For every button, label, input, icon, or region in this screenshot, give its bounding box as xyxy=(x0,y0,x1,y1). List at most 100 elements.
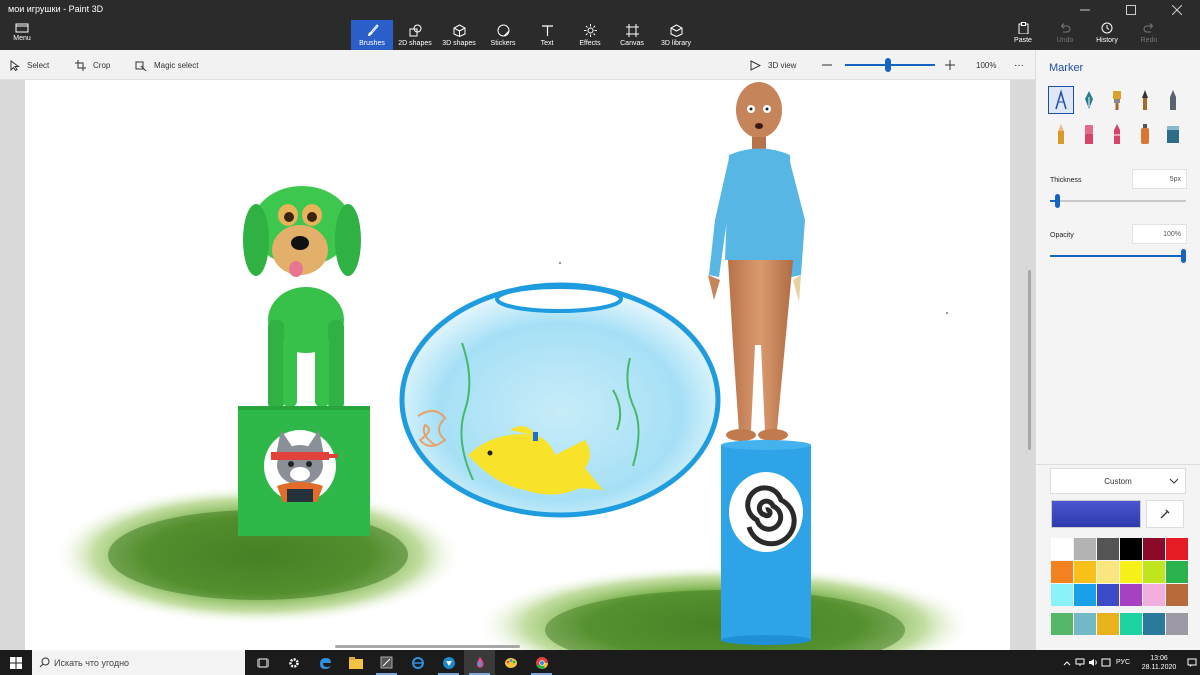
close-button[interactable] xyxy=(1154,0,1200,20)
thickness-thumb[interactable] xyxy=(1054,194,1060,208)
more-options-button[interactable]: ··· xyxy=(1014,50,1024,80)
task-view-button[interactable] xyxy=(247,650,278,675)
eyedropper-button[interactable] xyxy=(1146,500,1184,528)
custom-color-swatch[interactable] xyxy=(1074,613,1096,635)
color-swatch[interactable] xyxy=(1143,584,1165,606)
tab-label: Text xyxy=(540,40,554,47)
brush-marker[interactable] xyxy=(1048,86,1074,114)
redo-button[interactable]: Redo xyxy=(1128,22,1170,48)
custom-color-swatch[interactable] xyxy=(1097,613,1119,635)
show-hidden-icons-button[interactable] xyxy=(1060,660,1073,666)
ime-button[interactable] xyxy=(1099,658,1112,667)
custom-color-swatch[interactable] xyxy=(1166,613,1188,635)
3d-view-button[interactable]: 3D view xyxy=(750,50,796,80)
internet-explorer-app[interactable] xyxy=(402,650,433,675)
brush-calligraphy-pen[interactable] xyxy=(1076,86,1102,114)
maximize-button[interactable] xyxy=(1108,0,1154,20)
drawing-canvas[interactable] xyxy=(25,80,1010,650)
current-color-swatch[interactable] xyxy=(1051,500,1141,528)
paint-3d-app[interactable] xyxy=(464,650,495,675)
brush-fill[interactable] xyxy=(1160,120,1186,148)
network-button[interactable] xyxy=(1073,658,1086,667)
color-swatch[interactable] xyxy=(1051,584,1073,606)
system-tray: РУС 13:06 28.11.2020 xyxy=(1060,650,1200,675)
taskbar-search[interactable]: Искать что угодно xyxy=(32,650,245,675)
brush-pencil[interactable] xyxy=(1048,120,1074,148)
language-indicator[interactable]: РУС xyxy=(1112,659,1134,666)
edge-icon xyxy=(319,657,331,669)
color-swatch[interactable] xyxy=(1120,538,1142,560)
color-swatch[interactable] xyxy=(1074,561,1096,583)
brush-eraser[interactable] xyxy=(1076,120,1102,148)
brush-watercolor[interactable] xyxy=(1132,86,1158,114)
color-swatch[interactable] xyxy=(1051,538,1073,560)
file-explorer-app[interactable] xyxy=(340,650,371,675)
color-swatch[interactable] xyxy=(1166,584,1188,606)
crop-button[interactable]: Crop xyxy=(75,50,110,80)
color-swatch[interactable] xyxy=(1143,538,1165,560)
opacity-thumb[interactable] xyxy=(1181,249,1186,263)
folder-icon xyxy=(15,23,29,33)
color-swatch[interactable] xyxy=(1074,538,1096,560)
tab-canvas[interactable]: Canvas xyxy=(611,20,653,50)
minimize-button[interactable] xyxy=(1062,0,1108,20)
custom-color-swatch[interactable] xyxy=(1120,613,1142,635)
edge-app[interactable] xyxy=(309,650,340,675)
tab-text[interactable]: Text xyxy=(525,20,569,50)
thickness-input[interactable]: 5px xyxy=(1132,169,1187,189)
volume-button[interactable] xyxy=(1086,658,1099,667)
clock[interactable]: 13:06 28.11.2020 xyxy=(1134,654,1184,672)
file-explorer-icon xyxy=(348,656,363,669)
custom-color-swatch[interactable] xyxy=(1051,613,1073,635)
horizontal-scrollbar[interactable] xyxy=(335,645,520,648)
color-mode-dropdown[interactable]: Custom xyxy=(1050,468,1186,494)
tab-brushes[interactable]: Brushes xyxy=(351,20,393,50)
opacity-input[interactable]: 100% xyxy=(1132,224,1187,244)
tab-label: 2D shapes xyxy=(398,40,432,47)
brush-crayon[interactable] xyxy=(1104,120,1130,148)
zoom-out-button[interactable] xyxy=(822,50,832,80)
magic-select-button[interactable]: Magic select xyxy=(135,50,198,80)
undo-button[interactable]: Undo xyxy=(1044,22,1086,48)
color-swatch[interactable] xyxy=(1097,584,1119,606)
brush-oil[interactable] xyxy=(1104,86,1130,114)
tab-3d-library[interactable]: 3D library xyxy=(653,20,699,50)
settings-app[interactable] xyxy=(278,650,309,675)
zoom-value[interactable]: 100% xyxy=(976,50,996,80)
brush-spray-can[interactable] xyxy=(1132,120,1158,148)
color-swatch[interactable] xyxy=(1166,561,1188,583)
tab-3d-shapes[interactable]: 3D shapes xyxy=(437,20,481,50)
paint-app[interactable] xyxy=(495,650,526,675)
paste-label: Paste xyxy=(1014,37,1032,44)
human-model xyxy=(708,82,805,441)
color-swatch[interactable] xyxy=(1143,561,1165,583)
custom-color-swatch[interactable] xyxy=(1143,613,1165,635)
start-button[interactable] xyxy=(0,650,32,675)
zoom-slider-thumb[interactable] xyxy=(885,58,891,72)
select-button[interactable]: Select xyxy=(10,50,49,80)
thickness-slider[interactable] xyxy=(1050,194,1186,208)
history-label: History xyxy=(1096,37,1118,44)
vertical-scrollbar[interactable] xyxy=(1028,270,1031,450)
opacity-slider[interactable] xyxy=(1050,249,1186,263)
color-swatch[interactable] xyxy=(1097,561,1119,583)
tab-2d-shapes[interactable]: 2D shapes xyxy=(393,20,437,50)
menu-button[interactable]: Menu xyxy=(10,22,34,48)
color-swatch[interactable] xyxy=(1120,561,1142,583)
color-swatch[interactable] xyxy=(1097,538,1119,560)
color-swatch[interactable] xyxy=(1074,584,1096,606)
color-swatch[interactable] xyxy=(1166,538,1188,560)
color-swatch[interactable] xyxy=(1120,584,1142,606)
tab-stickers[interactable]: Stickers xyxy=(481,20,525,50)
brush-pixel-pen[interactable] xyxy=(1160,86,1186,114)
snipping-tool-app[interactable] xyxy=(371,650,402,675)
tab-effects[interactable]: Effects xyxy=(569,20,611,50)
zoom-in-button[interactable] xyxy=(945,50,955,80)
notifications-button[interactable] xyxy=(1184,658,1200,667)
paste-button[interactable]: Paste xyxy=(1002,22,1044,48)
color-swatch[interactable] xyxy=(1051,561,1073,583)
chrome-app[interactable] xyxy=(526,650,557,675)
history-button[interactable]: History xyxy=(1086,22,1128,48)
chevron-down-icon xyxy=(1169,478,1179,484)
app-button[interactable] xyxy=(433,650,464,675)
